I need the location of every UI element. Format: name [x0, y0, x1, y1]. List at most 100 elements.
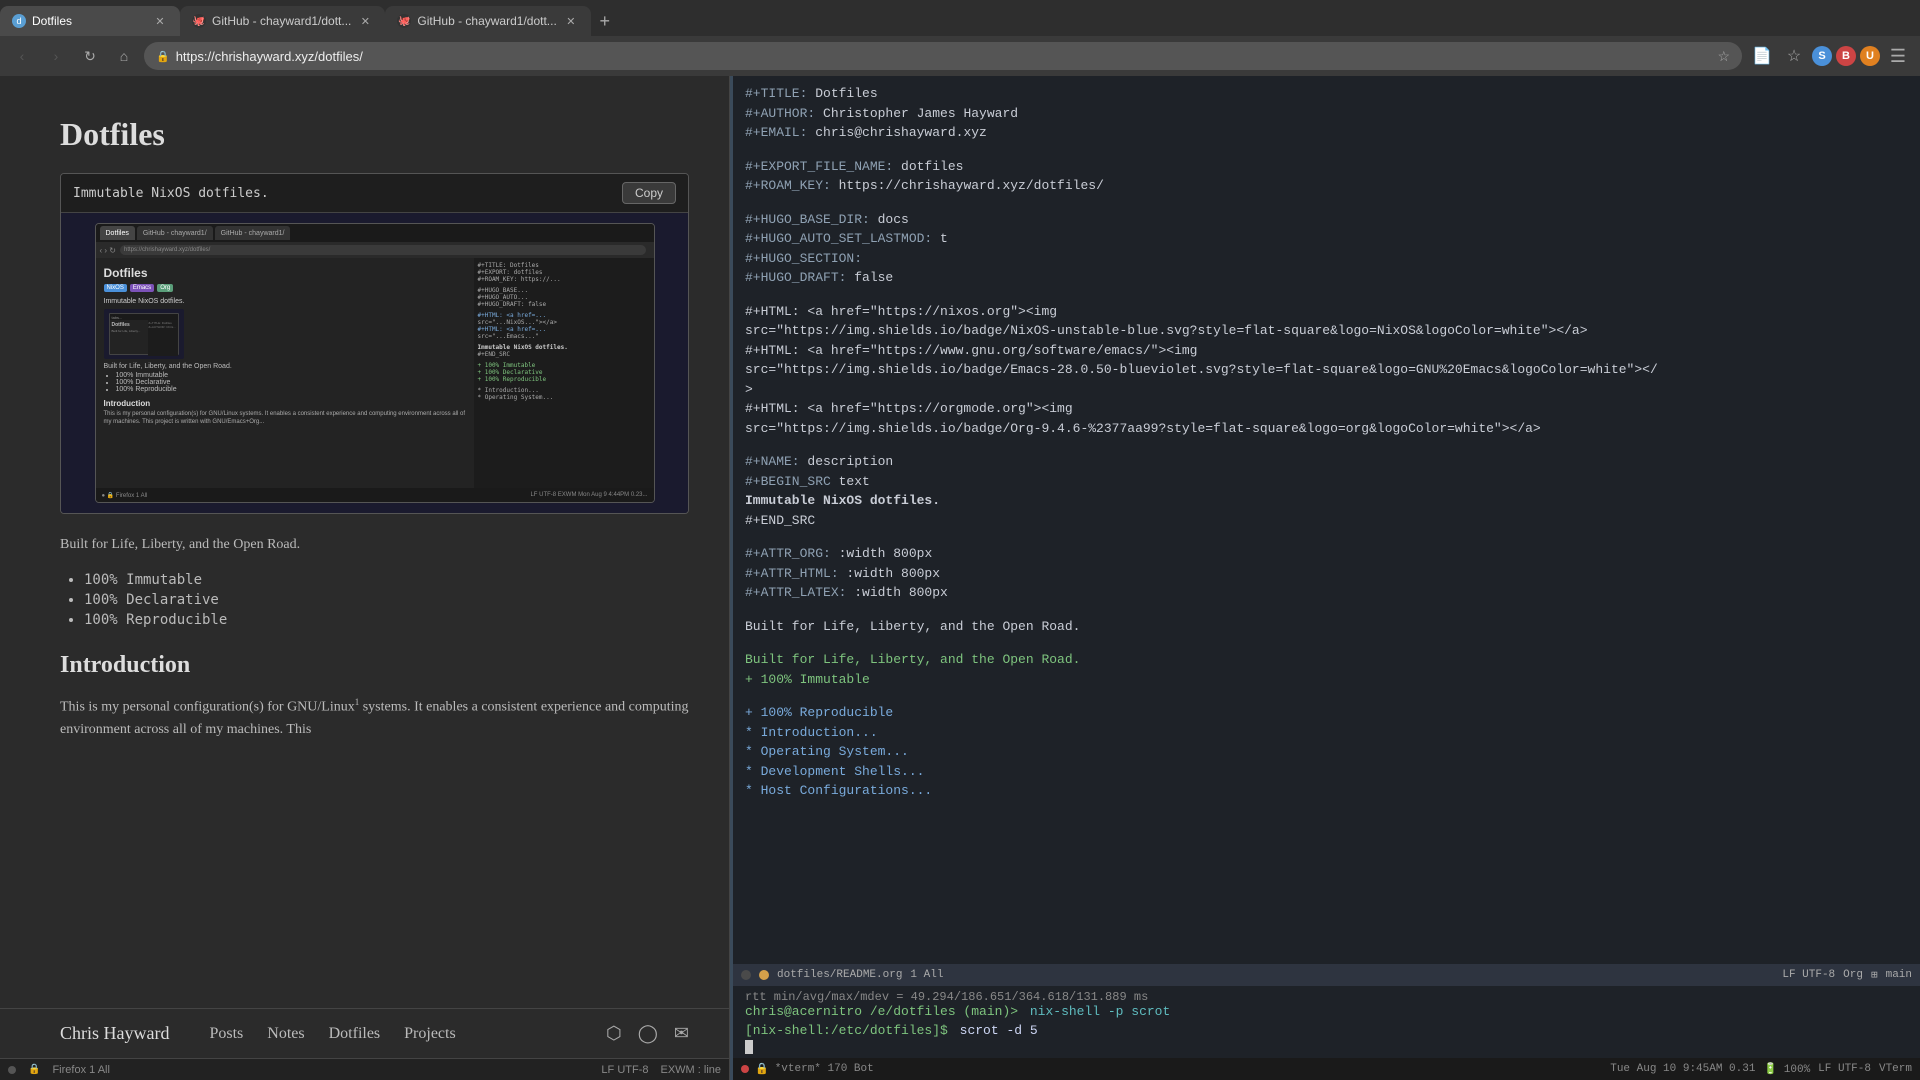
t-val-9: t	[940, 231, 948, 246]
mini-t-line-5: #+HUGO_AUTO...	[478, 294, 650, 301]
badge-org: Org	[157, 284, 173, 292]
mode-dot-2	[759, 970, 769, 980]
t-val-end: #+END_SRC	[745, 513, 815, 528]
t-val-name: description	[807, 454, 893, 469]
t-line-end: #+END_SRC	[745, 511, 1908, 531]
mode-window: ⊞	[1871, 968, 1878, 982]
t-line-l3: * Introduction...	[745, 723, 1908, 743]
home-button[interactable]: ⌂	[110, 42, 138, 70]
mini-t-bold: Immutable NixOS dotfiles.	[478, 344, 650, 351]
t-key-8: #+HUGO_BASE_DIR:	[745, 212, 878, 227]
extension-shield[interactable]: S	[1812, 46, 1832, 66]
t-line-1: #+TITLE: Dotfiles	[745, 84, 1908, 104]
mini-t-line-9: #+END_SRC	[478, 351, 650, 358]
t-val-5: dotfiles	[901, 159, 963, 174]
reload-button[interactable]: ↻	[76, 42, 104, 70]
nav-link-projects[interactable]: Projects	[404, 1025, 456, 1043]
mini-t-line-1: #+TITLE: Dotfiles	[478, 262, 650, 269]
t-val-built: Built for Life, Liberty, and the Open Ro…	[745, 619, 1080, 634]
t-val-8: docs	[878, 212, 909, 227]
t-val-attr-org: :width 800px	[839, 546, 933, 561]
mini-tab-3: GitHub - chayward1/	[215, 226, 291, 240]
tab-close-3[interactable]: ✕	[563, 13, 579, 29]
nav-extras: 📄 ☆ S B U ☰	[1748, 42, 1912, 70]
t-line-html1: #+HTML: <a href="https://nixos.org"><img	[745, 302, 1908, 322]
copy-button[interactable]: Copy	[622, 182, 676, 204]
bookmark-button[interactable]: ☆	[1780, 42, 1808, 70]
star-icon[interactable]: ☆	[1717, 48, 1730, 65]
t-html2: #+HTML: <a href="https://www.gnu.org/sof…	[745, 343, 1197, 358]
shell-input-line[interactable]	[745, 1040, 1908, 1054]
menu-button[interactable]: ☰	[1884, 42, 1912, 70]
globe-icon[interactable]: ◯	[638, 1023, 658, 1044]
mini-t-line-3: #+ROAM_KEY: https://...	[478, 276, 650, 283]
t-list-5: * Development Shells...	[745, 764, 924, 779]
address-bar[interactable]: 🔒 https://chrishayward.xyz/dotfiles/ ☆	[144, 42, 1742, 70]
nav-link-dotfiles[interactable]: Dotfiles	[329, 1025, 381, 1043]
terminal-mode-line: dotfiles/README.org 1 All LF UTF-8 Org ⊞…	[733, 964, 1920, 986]
t-line-2: #+AUTHOR: Christopher James Hayward	[745, 104, 1908, 124]
mini-browser: Dotfiles GitHub - chayward1/ GitHub - ch…	[96, 224, 654, 502]
nested-body-text: Built for Life, Liberty...	[112, 329, 146, 333]
t-line-9: #+HUGO_AUTO_SET_LASTMOD: t	[745, 229, 1908, 249]
main-area: Dotfiles Immutable NixOS dotfiles. Copy …	[0, 76, 1920, 1080]
mode-main: main	[1886, 969, 1912, 981]
terminal-shell[interactable]: rtt min/avg/max/mdev = 49.294/186.651/36…	[733, 986, 1920, 1058]
tab-close-2[interactable]: ✕	[357, 13, 373, 29]
t-list-4: * Operating System...	[745, 744, 909, 759]
t-list-6: * Host Configurations...	[745, 783, 932, 798]
t-bold-text: Immutable NixOS dotfiles.	[745, 493, 940, 508]
new-tab-button[interactable]: +	[591, 7, 619, 35]
mode-line-info: 1 All	[910, 969, 943, 981]
mini-intro-para: This is my personal configuration(s) for…	[104, 411, 466, 427]
sys-datetime: Tue Aug 10 9:45AM 0.31	[1610, 1063, 1755, 1075]
nested-inner: tabs... Dotfiles Built for Life, Liberty…	[109, 313, 179, 355]
nav-link-notes[interactable]: Notes	[267, 1025, 304, 1043]
t-line-l6: * Host Configurations...	[745, 781, 1908, 801]
t-blank-8	[745, 689, 1908, 703]
reader-mode-button[interactable]: 📄	[1748, 42, 1776, 70]
mini-tab-2: GitHub - chayward1/	[137, 226, 213, 240]
mini-left: Dotfiles NixOS Emacs Org Immutable NixOS…	[96, 258, 474, 488]
shell-nix-prompt: [nix-shell:/etc/dotfiles]$	[745, 1023, 948, 1038]
t-key-5: #+EXPORT_FILE_NAME:	[745, 159, 901, 174]
shell-cmd-1: nix-shell -p scrot	[1022, 1004, 1170, 1019]
t-key-attr-org: #+ATTR_ORG:	[745, 546, 839, 561]
screenshot-inner: Dotfiles GitHub - chayward1/ GitHub - ch…	[95, 223, 655, 503]
sys-lock: 🔒	[755, 1062, 769, 1076]
address-url: https://chrishayward.xyz/dotfiles/	[176, 49, 1712, 64]
status-info: Firefox 1 All	[52, 1064, 109, 1076]
extension-orange[interactable]: U	[1860, 46, 1880, 66]
t-line-begin: #+BEGIN_SRC text	[745, 472, 1908, 492]
t-line-bold: Immutable NixOS dotfiles.	[745, 491, 1908, 511]
mini-t-line-2: #+EXPORT: dotfiles	[478, 269, 650, 276]
t-line-10: #+HUGO_SECTION:	[745, 249, 1908, 269]
tab-close-1[interactable]: ✕	[152, 13, 168, 29]
forward-button[interactable]: ›	[42, 42, 70, 70]
screenshot-preview: Dotfiles GitHub - chayward1/ GitHub - ch…	[61, 213, 688, 513]
nested-body: Dotfiles Built for Life, Liberty... #+TI…	[110, 320, 178, 356]
t-line-name: #+NAME: description	[745, 452, 1908, 472]
sys-left: 🔒 *vterm* 170 Bot	[741, 1062, 874, 1076]
t-key-begin: #+BEGIN_SRC	[745, 474, 839, 489]
mini-terminal: #+TITLE: Dotfiles #+EXPORT: dotfiles #+R…	[474, 258, 654, 488]
mail-icon[interactable]: ✉	[674, 1023, 689, 1044]
terminal-area[interactable]: #+TITLE: Dotfiles #+AUTHOR: Christopher …	[733, 76, 1920, 1080]
github-icon[interactable]: ⬡	[606, 1023, 622, 1044]
mini-t-green1: + 100% Immutable	[478, 362, 650, 369]
t-blank-6	[745, 603, 1908, 617]
t-list-1: + 100% Reproducible	[745, 705, 893, 720]
tab-title-3: GitHub - chayward1/dott...	[417, 14, 556, 28]
tab-favicon-1: d	[12, 14, 26, 28]
tab-github1[interactable]: 🐙 GitHub - chayward1/dott... ✕	[180, 6, 385, 36]
t-val-attr-latex: :width 800px	[854, 585, 948, 600]
nav-link-posts[interactable]: Posts	[209, 1025, 243, 1043]
back-button[interactable]: ‹	[8, 42, 36, 70]
page-body: Built for Life, Liberty, and the Open Ro…	[0, 534, 729, 742]
tab-dotfiles[interactable]: d Dotfiles ✕	[0, 6, 180, 36]
tab-github2[interactable]: 🐙 GitHub - chayward1/dott... ✕	[385, 6, 590, 36]
t-html1: #+HTML: <a href="https://nixos.org"><img	[745, 304, 1057, 319]
extension-red[interactable]: B	[1836, 46, 1856, 66]
nav-links: Posts Notes Dotfiles Projects	[209, 1025, 455, 1043]
t-line-g1: Built for Life, Liberty, and the Open Ro…	[745, 650, 1908, 670]
